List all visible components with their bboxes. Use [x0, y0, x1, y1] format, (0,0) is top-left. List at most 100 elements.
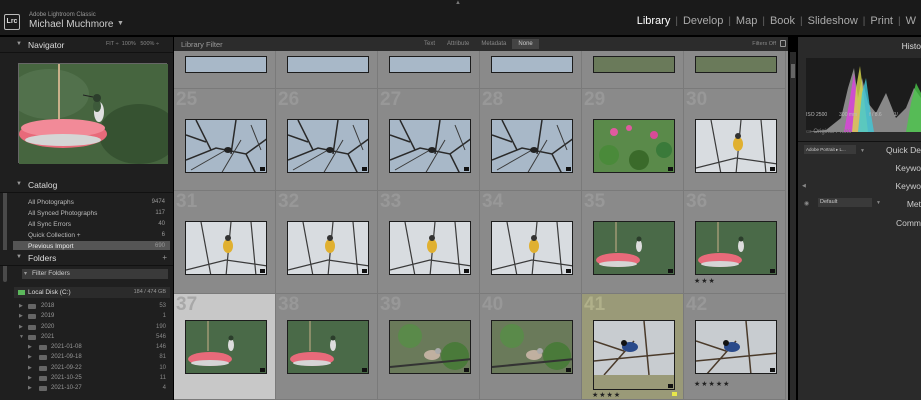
photo-thumbnail[interactable] [593, 119, 675, 173]
color-label-icon[interactable] [672, 392, 677, 396]
grid-cell-partial[interactable] [174, 51, 276, 89]
photo-thumbnail[interactable] [185, 221, 267, 275]
grid-cell[interactable]: 27 [378, 89, 480, 191]
catalog-item[interactable]: All Sync Errors 40 [13, 219, 170, 230]
photo-thumbnail[interactable] [287, 320, 369, 374]
expand-triangle-icon[interactable]: ▶ [19, 322, 23, 332]
keywording-header[interactable]: Keywo [895, 163, 921, 173]
metadata-badge-icon[interactable] [260, 167, 265, 171]
photo-thumbnail[interactable] [491, 119, 573, 173]
expand-triangle-icon[interactable]: ◀ [802, 183, 806, 189]
metadata-badge-icon[interactable] [770, 167, 775, 171]
photo-thumbnail[interactable] [287, 221, 369, 275]
photo-thumbnail[interactable] [287, 119, 369, 173]
metadata-badge-icon[interactable] [464, 269, 469, 273]
filter-tab-metadata[interactable]: Metadata [475, 39, 512, 49]
expand-triangle-icon[interactable]: ▶ [28, 352, 32, 362]
photo-thumbnail[interactable] [695, 221, 777, 275]
photo-thumbnail[interactable] [185, 320, 267, 374]
identity-plate[interactable]: Michael Muchmore [29, 19, 113, 30]
zoom-fit[interactable]: FIT [106, 41, 114, 47]
grid-cell[interactable]: 29 [582, 89, 684, 191]
folder-item[interactable]: ▶ 2018 53 [14, 301, 170, 311]
module-book[interactable]: Book [765, 15, 800, 27]
photo-thumbnail[interactable] [389, 119, 471, 173]
histogram-title[interactable]: Histo [902, 41, 921, 51]
module-develop[interactable]: Develop [678, 15, 728, 27]
star-rating[interactable]: ★★★★ [592, 391, 621, 399]
dropdown-icon[interactable]: ▼ [876, 200, 881, 206]
metadata-badge-icon[interactable] [260, 368, 265, 372]
grid-cell[interactable]: 41 ★★★★ [582, 294, 684, 400]
grid-cell[interactable]: 31 [174, 191, 276, 294]
grid-cell[interactable]: 42 ★★★★★ [684, 294, 786, 400]
grid-cell[interactable]: 32 [276, 191, 378, 294]
expand-triangle-icon[interactable]: ▶ [28, 373, 32, 383]
expand-triangle-icon[interactable]: ▶ [19, 301, 23, 311]
module-slideshow[interactable]: Slideshow [803, 15, 863, 27]
metadata-badge-icon[interactable] [260, 269, 265, 273]
module-map[interactable]: Map [731, 15, 762, 27]
grid-cell-partial[interactable] [684, 51, 786, 89]
navigator-zoom-options[interactable]: FIT ÷ 100% 500% ÷ [106, 41, 159, 47]
grid-scrollbar[interactable] [790, 52, 796, 400]
photo-thumbnail[interactable] [287, 56, 369, 73]
catalog-item[interactable]: All Synced Photographs 117 [13, 208, 170, 219]
metadata-badge-icon[interactable] [566, 368, 571, 372]
grid-scroll-thumb[interactable] [791, 64, 795, 78]
top-panel-expand-icon[interactable]: ▲ [455, 0, 461, 6]
subfolder-item[interactable]: ▶ 2021-09-18 81 [14, 352, 170, 362]
keyword-list-header[interactable]: Keywo [895, 181, 921, 191]
grid-cell-partial[interactable] [276, 51, 378, 89]
module-library[interactable]: Library [632, 15, 676, 27]
photo-thumbnail[interactable] [695, 119, 777, 173]
grid-cell[interactable]: 28 [480, 89, 582, 191]
metadata-badge-icon[interactable] [362, 269, 367, 273]
lock-icon[interactable] [780, 40, 786, 47]
filter-folders-field[interactable]: ▾ Filter Folders [22, 269, 168, 279]
zoom-500[interactable]: 500% [140, 41, 154, 47]
expand-triangle-icon[interactable]: ▶ [28, 383, 32, 393]
navigator-preview[interactable] [9, 63, 179, 164]
photo-thumbnail[interactable] [491, 56, 573, 73]
photo-thumbnail[interactable] [389, 320, 471, 374]
volume-local-disk[interactable]: Local Disk (C:) 184 / 474 GB [14, 287, 170, 298]
add-folder-icon[interactable]: + [162, 253, 167, 262]
grid-cell[interactable]: 37 [174, 294, 276, 400]
grid-cell-partial[interactable] [480, 51, 582, 89]
metadata-badge-icon[interactable] [668, 384, 673, 388]
expand-triangle-icon[interactable]: ▶ [19, 311, 23, 321]
module-print[interactable]: Print [865, 15, 898, 27]
grid-cell[interactable]: 25 [174, 89, 276, 191]
module-web[interactable]: W [901, 15, 921, 27]
catalog-item[interactable]: Quick Collection +6 [13, 230, 170, 241]
photo-thumbnail[interactable] [593, 320, 675, 390]
metadata-badge-icon[interactable] [668, 167, 673, 171]
identity-caret-icon[interactable]: ▼ [117, 20, 124, 27]
subfolder-item[interactable]: ▶ 2021-09-22 10 [14, 363, 170, 373]
metadata-badge-icon[interactable] [362, 167, 367, 171]
grid-cell[interactable]: 33 [378, 191, 480, 294]
photo-thumbnail[interactable] [593, 221, 675, 275]
metadata-badge-icon[interactable] [464, 167, 469, 171]
grid-cell[interactable]: 39 [378, 294, 480, 400]
metadata-badge-icon[interactable] [770, 269, 775, 273]
navigator-header[interactable]: ▼ Navigator FIT ÷ 100% 500% ÷ [0, 37, 173, 53]
photo-thumbnail[interactable] [185, 56, 267, 73]
folder-item[interactable]: ▶ 2020 190 [14, 322, 170, 332]
folder-item[interactable]: ▼ 2021 546 [14, 332, 170, 342]
photo-thumbnail[interactable] [695, 56, 777, 73]
grid-cell-partial[interactable] [582, 51, 684, 89]
photo-thumbnail[interactable] [389, 221, 471, 275]
comments-header[interactable]: Comm [896, 218, 921, 228]
left-panel-scrollbar[interactable] [3, 182, 7, 282]
expand-triangle-icon[interactable]: ▶ [28, 342, 32, 352]
grid-cell[interactable]: 26 [276, 89, 378, 191]
grid-cell[interactable]: 36 ★★★ [684, 191, 786, 294]
catalog-header[interactable]: ▼ Catalog [0, 177, 173, 193]
subfolder-item[interactable]: ▶ 2021-10-25 11 [14, 373, 170, 383]
expand-triangle-icon[interactable]: ▶ [28, 363, 32, 373]
metadata-badge-icon[interactable] [668, 269, 673, 273]
metadata-header[interactable]: Met [907, 199, 921, 209]
photo-thumbnail[interactable] [491, 320, 573, 374]
